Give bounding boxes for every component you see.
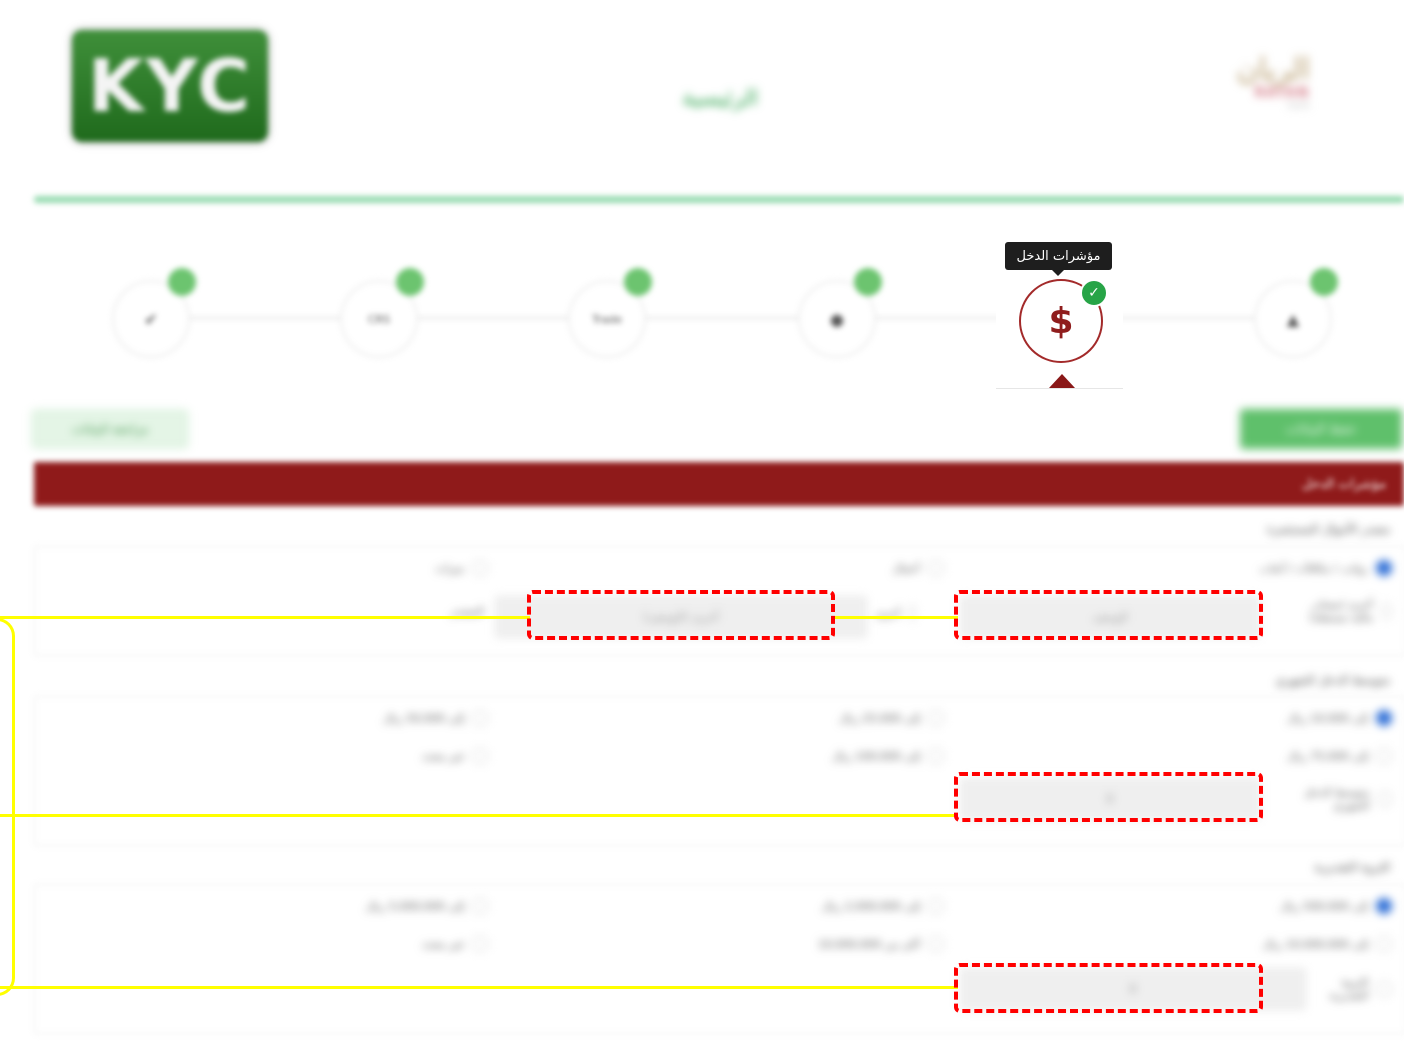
active-step-pointer — [1049, 374, 1075, 388]
option-income-4[interactable]: إلى 75,000 ريال — [1260, 748, 1392, 764]
kyc-logo-text: KYC — [87, 44, 253, 128]
annotation-box-other-description — [527, 590, 835, 640]
section-title: مؤشرات الدخل — [1301, 476, 1386, 492]
option-wealth-1[interactable]: إلى 500,000 ريال — [1240, 898, 1392, 914]
option-wealth-other[interactable]: الثروة التقديرية — [1300, 976, 1392, 1002]
option-salary[interactable]: رواتب / مكافآت / أتعاب — [1220, 560, 1392, 576]
option-income-5[interactable]: إلى 100,000 ريال — [790, 748, 944, 764]
annotation-bracket — [0, 618, 15, 996]
step-tooltip: مؤشرات الدخل — [1005, 242, 1112, 276]
option-inheritance[interactable]: ميراث — [400, 560, 488, 576]
group-income-box — [34, 696, 1404, 846]
annotation-line-1a — [0, 616, 530, 619]
group-title-wealth: الثروة التقديرية — [1314, 860, 1390, 874]
radio-salary[interactable] — [1376, 560, 1392, 576]
option-income-2[interactable]: إلى 25,000 ريال — [810, 710, 944, 726]
option-wealth-4[interactable]: إلى 10,000,000 ريال — [1240, 936, 1392, 952]
option-income-other[interactable]: متوسط الدخل الشهري — [1276, 786, 1392, 812]
option-business[interactable]: أعمال — [860, 560, 944, 576]
option-income-1[interactable]: إلى 10,000 ريال — [1260, 710, 1392, 726]
page-title[interactable]: الرئيسية — [650, 86, 790, 111]
option-wealth-2[interactable]: إلى 2,000,000 ريال — [800, 898, 944, 914]
dollar-icon: $ — [1048, 300, 1074, 342]
section-header: مؤشرات الدخل — [34, 462, 1404, 506]
step-crs[interactable]: CRS — [340, 268, 424, 358]
option-income-3[interactable]: إلى 50,000 ريال — [350, 710, 488, 726]
option-wealth-6[interactable]: غير محدد — [380, 936, 488, 952]
globe-icon: ● — [830, 309, 844, 329]
option-other-source[interactable]: أخرى (مصادر مالية مستقلة) — [1290, 598, 1392, 624]
step-personal[interactable]: ▲ — [1254, 268, 1338, 358]
step-trade-label: Trade — [591, 312, 623, 326]
option-wealth-3[interactable]: إلى 5,000,000 ريال — [340, 898, 488, 914]
annotation-line-3 — [0, 986, 958, 989]
annotation-box-estimated-wealth — [954, 963, 1263, 1013]
annotation-box-monthly-income — [954, 772, 1263, 822]
step-crs-label: CRS — [367, 312, 391, 326]
annotation-line-2 — [0, 814, 958, 817]
user-icon: ▲ — [1286, 309, 1300, 329]
check-circle-icon: ✓ — [1080, 279, 1108, 307]
group-title-source: مصدر الأموال المستثمرة — [1266, 522, 1390, 536]
brand-name: الريان — [1236, 52, 1310, 87]
header-divider — [34, 196, 1404, 203]
check-icon: ✔ — [144, 309, 158, 329]
annotation-box-source-description — [954, 590, 1263, 640]
annotation-line-1b — [832, 616, 958, 619]
group-title-income: متوسط الدخل الشهري — [1275, 673, 1390, 687]
option-income-6[interactable]: غير محدد — [380, 748, 488, 764]
option-wealth-5[interactable]: أكثر من 10,000,000 — [780, 936, 944, 952]
review-button[interactable]: مراجعة البيانات — [32, 410, 188, 448]
brand-sub: RAYAN — [1254, 85, 1310, 101]
brand-tag: bank — [1287, 101, 1310, 111]
step-done[interactable]: ✔ — [112, 268, 196, 358]
step-globe[interactable]: ● — [798, 268, 882, 358]
stepper-line — [150, 317, 1300, 319]
save-button[interactable]: حفظ البيانات — [1240, 409, 1402, 449]
step-trade[interactable]: Trade — [568, 268, 652, 358]
brand-logo: الريان RAYAN bank — [1218, 52, 1310, 128]
kyc-logo: KYC — [72, 30, 268, 142]
